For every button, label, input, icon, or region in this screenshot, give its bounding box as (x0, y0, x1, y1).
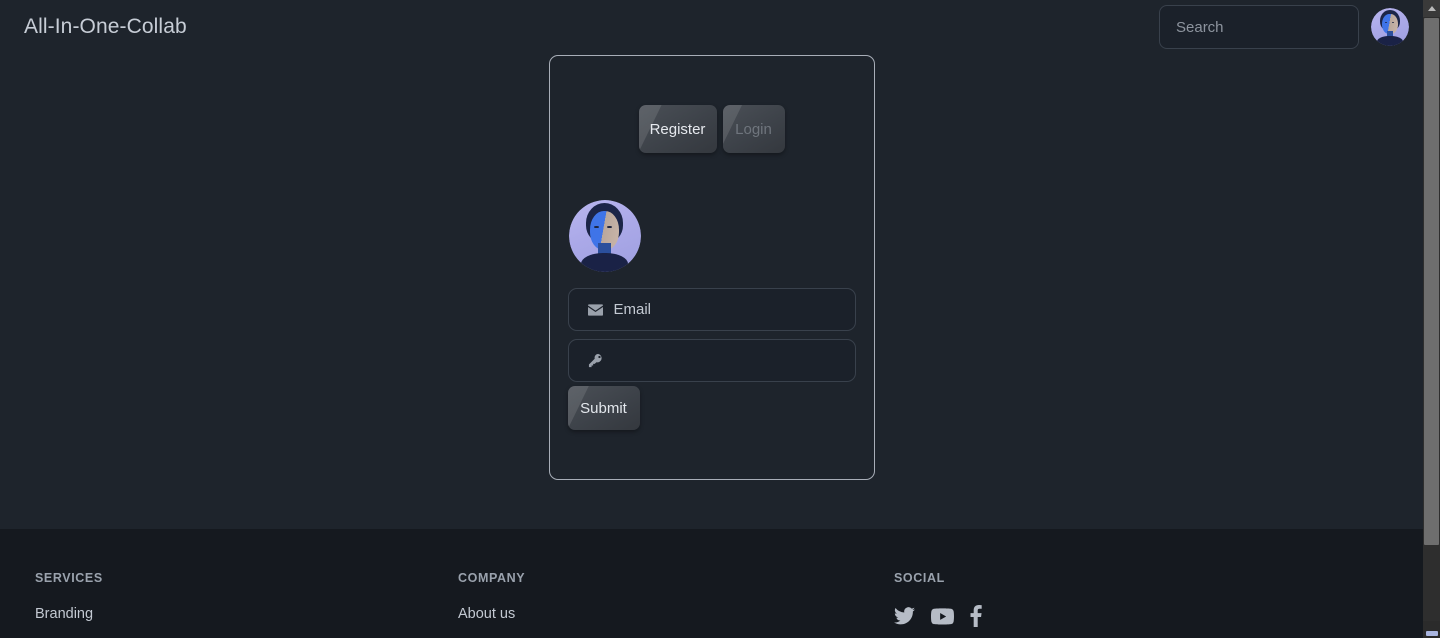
search-input[interactable]: Search (1159, 5, 1359, 49)
password-field[interactable] (567, 339, 856, 382)
scrollbar-track[interactable] (1423, 17, 1440, 621)
footer-link-branding[interactable]: Branding (35, 606, 93, 622)
site-header: All-In-One-Collab Search (0, 0, 1423, 54)
footer-heading-social: SOCIAL (894, 571, 945, 585)
submit-row: Submit (567, 386, 856, 430)
search-placeholder: Search (1176, 18, 1224, 36)
submit-button[interactable]: Submit (567, 386, 640, 430)
youtube-icon[interactable] (931, 607, 954, 625)
vertical-scrollbar[interactable] (1423, 0, 1440, 638)
page-scroll-container: All-In-One-Collab Search Register Login … (0, 0, 1423, 638)
scrollbar-thumb[interactable] (1424, 18, 1439, 545)
facebook-icon[interactable] (970, 605, 982, 627)
profile-avatar[interactable] (568, 200, 641, 272)
tab-login[interactable]: Login (722, 105, 785, 153)
main-content: Register Login Email Submit (0, 54, 1423, 529)
email-field[interactable]: Email (567, 288, 856, 331)
footer-link-about-us[interactable]: About us (458, 606, 515, 622)
scrollbar-bottom-indicator (1426, 631, 1438, 636)
key-icon (588, 353, 603, 368)
twitter-icon[interactable] (894, 607, 915, 625)
avatar-body-shape (1377, 35, 1403, 46)
footer-column-services: SERVICES Branding (0, 571, 458, 638)
avatar-portrait-image (1371, 8, 1409, 46)
tab-register[interactable]: Register (638, 105, 717, 153)
auth-card: Register Login Email Submit (548, 55, 875, 480)
envelope-icon (587, 303, 603, 316)
profile-avatar-body-shape (580, 252, 629, 272)
scroll-up-button[interactable] (1423, 0, 1440, 17)
auth-tab-row: Register Login (568, 56, 856, 153)
email-placeholder: Email (613, 301, 652, 318)
site-footer: SERVICES Branding COMPANY About us SOCIA… (0, 529, 1423, 638)
chevron-up-icon (1427, 6, 1436, 11)
footer-heading-company: COMPANY (458, 571, 526, 585)
page-title: All-In-One-Collab (24, 15, 187, 38)
social-icon-row (894, 605, 1374, 627)
avatar-eye-right (1391, 21, 1395, 23)
footer-heading-services: SERVICES (35, 571, 103, 585)
footer-column-company: COMPANY About us (458, 571, 894, 638)
footer-column-social: SOCIAL (894, 571, 1374, 638)
header-actions: Search (1159, 5, 1423, 49)
avatar[interactable] (1371, 8, 1409, 46)
profile-avatar-portrait-image (568, 200, 641, 272)
